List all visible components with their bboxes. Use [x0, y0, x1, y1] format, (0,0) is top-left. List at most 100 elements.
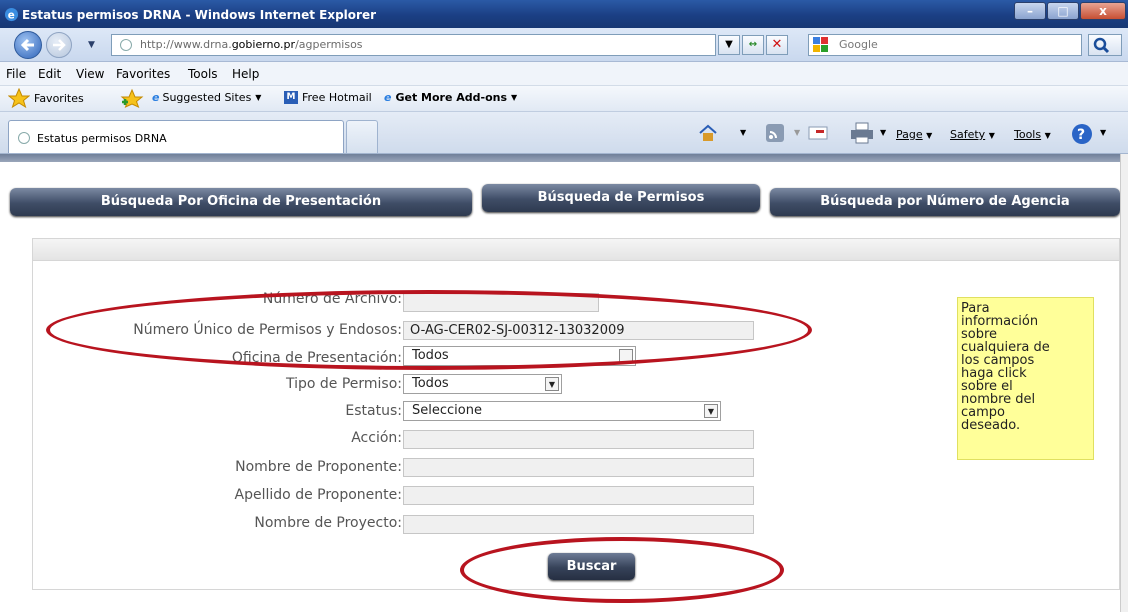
window-title: Estatus permisos DRNA - Windows Internet…: [22, 8, 376, 22]
menu-favorites[interactable]: Favorites: [116, 67, 170, 81]
svg-text:?: ?: [1077, 127, 1085, 143]
nombre-proyecto-input[interactable]: [403, 515, 754, 534]
add-favorite-button[interactable]: [120, 88, 146, 108]
chevron-down-icon[interactable]: ▼: [794, 128, 800, 137]
window-titlebar: e Estatus permisos DRNA - Windows Intern…: [0, 0, 1128, 28]
free-hotmail-label: Free Hotmail: [302, 91, 372, 104]
address-toolbar: ▼ http://www.drna.gobierno.pr/agpermisos…: [0, 28, 1128, 62]
estatus-value: Seleccione: [412, 403, 482, 418]
tab-busqueda-permisos[interactable]: Búsqueda de Permisos: [482, 184, 760, 212]
search-placeholder: Google: [839, 38, 878, 51]
apellido-proponente-input[interactable]: [403, 486, 754, 505]
safety-menu-label: Safety: [950, 128, 986, 141]
url-dropdown-button[interactable]: ▼: [718, 35, 740, 55]
estatus-select[interactable]: Seleccione ▼: [403, 401, 721, 421]
nombre-proponente-label[interactable]: Nombre de Proponente:: [235, 459, 402, 475]
url-path: /agpermisos: [295, 38, 363, 51]
chevron-down-icon: ▼: [545, 377, 559, 391]
add-favorite-icon: [120, 88, 144, 108]
home-button[interactable]: [698, 124, 718, 145]
rss-icon: [766, 124, 784, 142]
forward-button[interactable]: [46, 32, 72, 58]
free-hotmail-link[interactable]: M Free Hotmail: [284, 91, 372, 104]
nombre-proponente-input[interactable]: [403, 458, 754, 477]
tab-busqueda-oficina[interactable]: Búsqueda Por Oficina de Presentación: [10, 188, 472, 216]
menu-help[interactable]: Help: [232, 67, 259, 81]
chevron-down-icon: ▼: [255, 93, 262, 102]
close-button[interactable]: x: [1080, 2, 1126, 20]
tools-menu-label: Tools: [1014, 128, 1042, 141]
favorites-bar: Favorites e Suggested Sites ▼ M Free Hot…: [0, 86, 1128, 112]
page-top-band: [0, 154, 1120, 162]
estatus-label[interactable]: Estatus:: [345, 403, 402, 419]
google-logo-icon: [813, 37, 828, 52]
get-more-addons-link[interactable]: e Get More Add-ons ▼: [384, 91, 517, 104]
url-domain: gobierno.pr: [231, 38, 296, 51]
maximize-button[interactable]: □: [1047, 2, 1079, 20]
chevron-down-icon: ▼: [926, 131, 933, 140]
forward-arrow-icon: [53, 39, 66, 51]
help-line: deseado.: [961, 418, 1021, 433]
vertical-scrollbar[interactable]: [1120, 154, 1128, 612]
menu-view[interactable]: View: [76, 67, 104, 81]
chevron-down-icon[interactable]: ▼: [740, 128, 746, 137]
back-button[interactable]: [14, 31, 42, 59]
stop-button[interactable]: ✕: [766, 35, 788, 55]
apellido-proponente-label[interactable]: Apellido de Proponente:: [235, 487, 402, 503]
suggested-sites-label: Suggested Sites: [162, 91, 252, 104]
close-icon: x: [1099, 4, 1107, 18]
print-button[interactable]: [850, 122, 874, 147]
safety-menu[interactable]: Safety ▼: [950, 128, 995, 141]
menu-file[interactable]: File: [6, 67, 26, 81]
page-menu-label: Page: [896, 128, 923, 141]
tipo-select[interactable]: Todos ▼: [403, 374, 562, 394]
minimize-icon: –: [1027, 4, 1033, 18]
accion-label[interactable]: Acción:: [351, 430, 402, 446]
refresh-button[interactable]: ↔: [742, 35, 764, 55]
chevron-down-icon: ▼: [1044, 131, 1051, 140]
nombre-proyecto-label[interactable]: Nombre de Proyecto:: [254, 515, 402, 531]
search-button[interactable]: [1088, 34, 1122, 56]
search-icon: [1093, 37, 1110, 54]
favorites-button[interactable]: Favorites: [8, 88, 84, 108]
tab-busqueda-agencia[interactable]: Búsqueda por Número de Agencia: [770, 188, 1120, 216]
svg-text:e: e: [8, 9, 15, 21]
accion-input[interactable]: [403, 430, 754, 449]
chevron-down-icon: ▼: [511, 93, 518, 102]
annotation-ellipse-buscar: [460, 537, 784, 603]
history-dropdown-icon[interactable]: ▼: [88, 40, 95, 50]
url-field[interactable]: http://www.drna.gobierno.pr/agpermisos: [111, 34, 716, 56]
minimize-button[interactable]: –: [1014, 2, 1046, 20]
favorites-star-icon: [8, 88, 30, 108]
panel-header: [33, 239, 1119, 261]
page-menu[interactable]: Page ▼: [896, 128, 932, 141]
chevron-down-icon: ▼: [704, 404, 718, 418]
chevron-down-icon: ▼: [988, 131, 995, 140]
favorites-label: Favorites: [34, 91, 84, 105]
stop-icon: ✕: [771, 37, 783, 52]
suggested-sites-link[interactable]: e Suggested Sites ▼: [152, 91, 261, 104]
back-arrow-icon: [20, 38, 34, 52]
menu-edit[interactable]: Edit: [38, 67, 61, 81]
new-tab-button[interactable]: [346, 120, 378, 153]
feeds-button[interactable]: [766, 124, 784, 145]
page-icon: [120, 39, 132, 51]
tipo-value: Todos: [412, 376, 449, 391]
search-input[interactable]: Google: [808, 34, 1082, 56]
tab-title: Estatus permisos DRNA: [37, 132, 167, 145]
tab-bar: Estatus permisos DRNA ▼ ▼ ▼ Page ▼ Safet…: [0, 112, 1128, 154]
annotation-ellipse-unico: [46, 290, 812, 370]
chevron-down-icon[interactable]: ▼: [1100, 128, 1106, 137]
menu-tools[interactable]: Tools: [188, 67, 218, 81]
url-prefix: http://www.drna.: [140, 38, 232, 51]
mail-button[interactable]: [808, 124, 830, 145]
ie-page-icon: e: [384, 91, 392, 104]
mail-icon: [808, 126, 828, 140]
chevron-down-icon[interactable]: ▼: [880, 128, 886, 137]
tab-estatus-permisos[interactable]: Estatus permisos DRNA: [8, 120, 344, 153]
tools-menu[interactable]: Tools ▼: [1014, 128, 1051, 141]
help-button[interactable]: ?: [1070, 122, 1094, 149]
help-note: Para información sobre cualquiera de los…: [957, 297, 1094, 460]
maximize-icon: □: [1057, 4, 1069, 18]
tipo-label[interactable]: Tipo de Permiso:: [286, 376, 402, 392]
